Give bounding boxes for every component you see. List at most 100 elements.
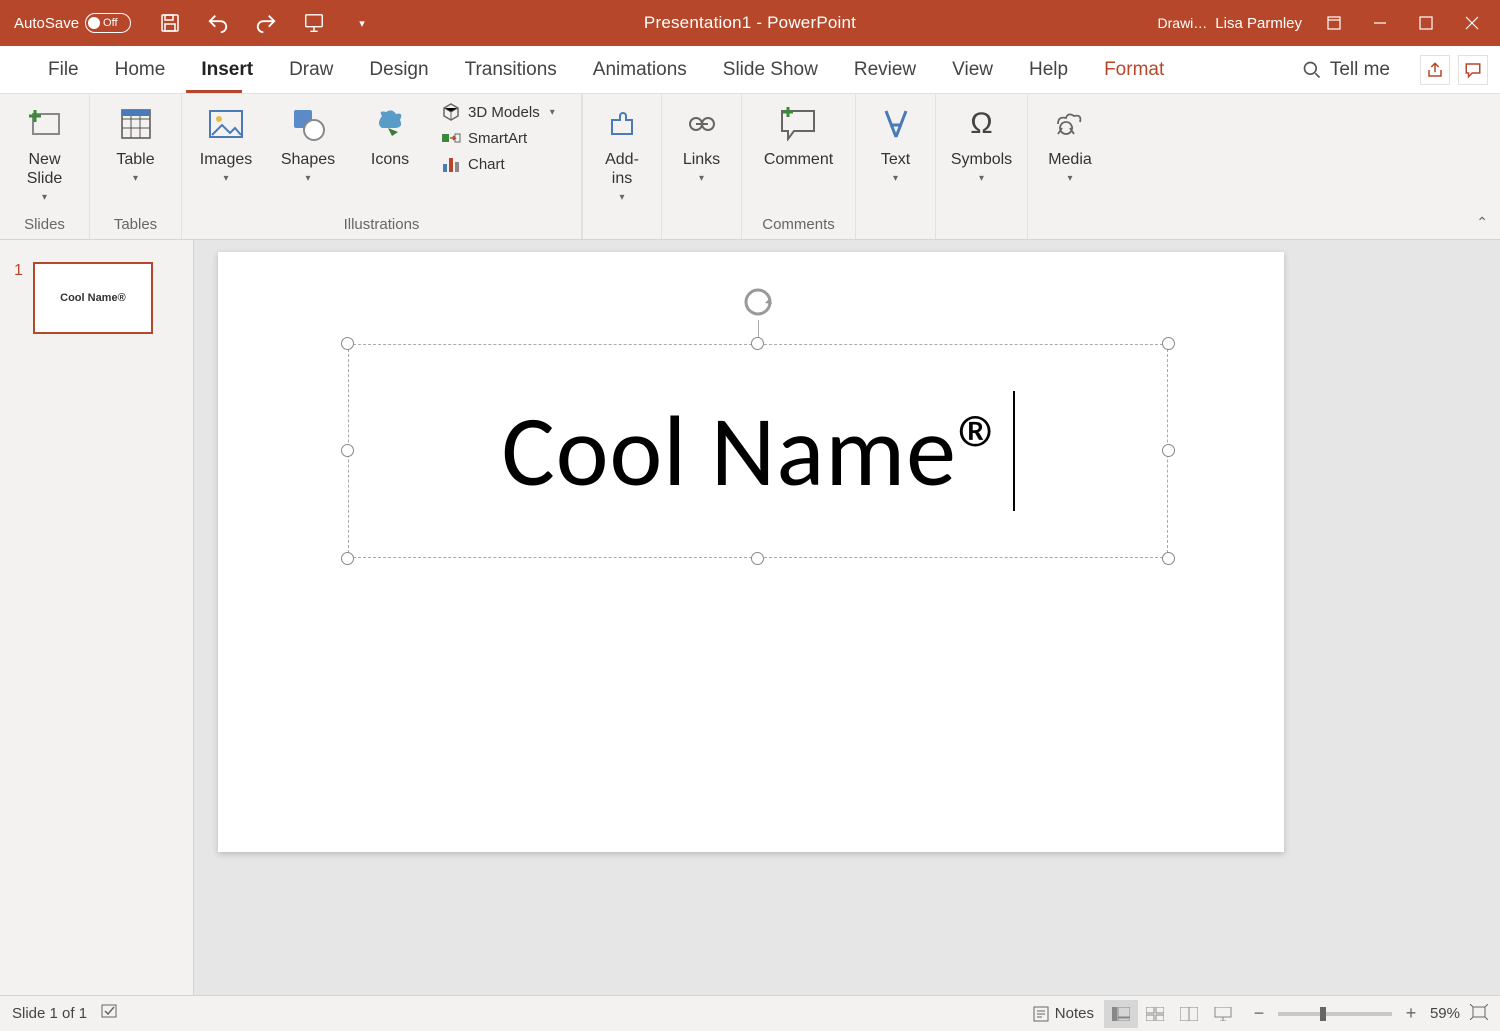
tab-design[interactable]: Design bbox=[351, 46, 446, 94]
save-icon[interactable] bbox=[159, 12, 181, 34]
tab-draw[interactable]: Draw bbox=[271, 46, 351, 94]
chart-icon bbox=[440, 154, 462, 174]
tab-transitions[interactable]: Transitions bbox=[447, 46, 575, 94]
smartart-button[interactable]: SmartArt bbox=[440, 128, 555, 148]
dropdown-arrow-icon: ▾ bbox=[699, 173, 704, 184]
lightbulb-icon bbox=[1302, 60, 1322, 80]
dropdown-arrow-icon: ▾ bbox=[305, 173, 310, 184]
slide-thumbnail-1[interactable]: Cool Name® bbox=[33, 262, 153, 334]
new-slide-button[interactable]: New Slide ▾ bbox=[13, 102, 77, 203]
tab-format[interactable]: Format bbox=[1086, 46, 1182, 94]
title-text[interactable]: Cool Name® bbox=[501, 390, 1008, 512]
slide-position[interactable]: Slide 1 of 1 bbox=[12, 1005, 87, 1022]
maximize-icon[interactable] bbox=[1406, 4, 1446, 42]
tab-file[interactable]: File bbox=[30, 46, 97, 94]
user-name[interactable]: Lisa Parmley bbox=[1215, 15, 1302, 32]
title-bar: AutoSave Off ▾ Presentation1 - PowerPoin… bbox=[0, 0, 1500, 46]
links-button[interactable]: Links ▾ bbox=[670, 102, 734, 184]
slideshow-start-icon[interactable] bbox=[303, 12, 325, 34]
shapes-label: Shapes bbox=[281, 150, 335, 169]
resize-handle-w[interactable] bbox=[341, 444, 354, 457]
notes-label: Notes bbox=[1055, 1005, 1094, 1022]
tab-slideshow[interactable]: Slide Show bbox=[705, 46, 836, 94]
ribbon-display-icon[interactable] bbox=[1314, 4, 1354, 42]
zoom-slider-thumb[interactable] bbox=[1320, 1007, 1326, 1021]
comment-button[interactable]: Comment bbox=[764, 102, 833, 169]
resize-handle-n[interactable] bbox=[751, 337, 764, 350]
tab-review[interactable]: Review bbox=[836, 46, 934, 94]
shapes-button[interactable]: Shapes ▾ bbox=[276, 102, 340, 184]
icons-icon bbox=[372, 106, 408, 142]
undo-icon[interactable] bbox=[207, 12, 229, 34]
rotate-connector bbox=[758, 320, 759, 338]
resize-handle-nw[interactable] bbox=[341, 337, 354, 350]
notes-icon bbox=[1033, 1006, 1049, 1022]
rotate-handle[interactable] bbox=[740, 284, 776, 320]
redo-icon[interactable] bbox=[255, 12, 277, 34]
addins-button[interactable]: Add- ins ▾ bbox=[590, 102, 654, 203]
media-button[interactable]: Media ▾ bbox=[1038, 102, 1102, 184]
minimize-icon[interactable] bbox=[1360, 4, 1400, 42]
status-bar: Slide 1 of 1 Notes − + 59% bbox=[0, 995, 1500, 1031]
comments-pane-icon[interactable] bbox=[1458, 55, 1488, 85]
group-comments-label: Comments bbox=[754, 216, 843, 237]
omega-icon: Ω bbox=[970, 102, 992, 146]
slide-thumbnail-pane[interactable]: 1 Cool Name® bbox=[0, 240, 194, 995]
dropdown-arrow-icon: ▾ bbox=[979, 173, 984, 184]
spelling-status-icon[interactable] bbox=[101, 1004, 119, 1024]
close-icon[interactable] bbox=[1452, 4, 1492, 42]
resize-handle-s[interactable] bbox=[751, 552, 764, 565]
title-textbox-selection[interactable]: Cool Name® bbox=[348, 344, 1168, 558]
table-button[interactable]: Table ▾ bbox=[104, 102, 168, 184]
icons-button[interactable]: Icons bbox=[358, 102, 422, 169]
slide-sorter-view-button[interactable] bbox=[1138, 1000, 1172, 1028]
title-text-content[interactable]: Cool Name® bbox=[358, 354, 1158, 548]
tab-insert[interactable]: Insert bbox=[183, 46, 271, 94]
chart-button[interactable]: Chart bbox=[440, 154, 555, 174]
tab-home[interactable]: Home bbox=[97, 46, 184, 94]
text-button[interactable]: Text ▾ bbox=[864, 102, 928, 184]
shapes-icon bbox=[290, 106, 326, 142]
autosave-label: AutoSave bbox=[14, 15, 79, 32]
autosave-toggle[interactable]: Off bbox=[85, 13, 131, 33]
zoom-slider[interactable] bbox=[1278, 1012, 1392, 1016]
symbols-button[interactable]: Ω Symbols ▾ bbox=[950, 102, 1014, 184]
resize-handle-ne[interactable] bbox=[1162, 337, 1175, 350]
3d-models-icon bbox=[440, 102, 462, 122]
images-button[interactable]: Images ▾ bbox=[194, 102, 258, 184]
autosave-control[interactable]: AutoSave Off bbox=[0, 13, 131, 33]
slide-canvas-area[interactable]: Cool Name® bbox=[194, 240, 1500, 995]
autosave-state: Off bbox=[103, 17, 117, 29]
smartart-icon bbox=[440, 128, 462, 148]
symbols-label: Symbols bbox=[951, 150, 1012, 169]
3d-models-button[interactable]: 3D Models▾ bbox=[440, 102, 555, 122]
tab-help[interactable]: Help bbox=[1011, 46, 1086, 94]
resize-handle-sw[interactable] bbox=[341, 552, 354, 565]
zoom-out-button[interactable]: − bbox=[1250, 1005, 1268, 1023]
zoom-in-button[interactable]: + bbox=[1402, 1005, 1420, 1023]
zoom-level[interactable]: 59% bbox=[1430, 1005, 1460, 1022]
reading-view-button[interactable] bbox=[1172, 1000, 1206, 1028]
media-icon bbox=[1054, 110, 1086, 138]
tab-view[interactable]: View bbox=[934, 46, 1011, 94]
new-slide-label: New Slide bbox=[27, 150, 63, 188]
notes-button[interactable]: Notes bbox=[1033, 1005, 1094, 1022]
context-tab-label[interactable]: Drawi… bbox=[1158, 15, 1208, 31]
resize-handle-e[interactable] bbox=[1162, 444, 1175, 457]
dropdown-arrow-icon: ▾ bbox=[619, 192, 624, 203]
slide[interactable]: Cool Name® bbox=[218, 252, 1284, 852]
share-icon[interactable] bbox=[1420, 55, 1450, 85]
comment-icon bbox=[778, 107, 818, 141]
tab-animations[interactable]: Animations bbox=[575, 46, 705, 94]
table-label: Table bbox=[116, 150, 154, 169]
normal-view-button[interactable] bbox=[1104, 1000, 1138, 1028]
dropdown-arrow-icon: ▾ bbox=[223, 173, 228, 184]
resize-handle-se[interactable] bbox=[1162, 552, 1175, 565]
tell-me-search[interactable]: Tell me bbox=[1302, 59, 1390, 81]
collapse-ribbon-icon[interactable]: ⌃ bbox=[1476, 214, 1488, 231]
fit-to-window-button[interactable] bbox=[1470, 1004, 1488, 1024]
tell-me-label: Tell me bbox=[1330, 59, 1390, 81]
dropdown-arrow-icon: ▾ bbox=[133, 173, 138, 184]
qat-customize-icon[interactable]: ▾ bbox=[351, 12, 373, 34]
slideshow-view-button[interactable] bbox=[1206, 1000, 1240, 1028]
